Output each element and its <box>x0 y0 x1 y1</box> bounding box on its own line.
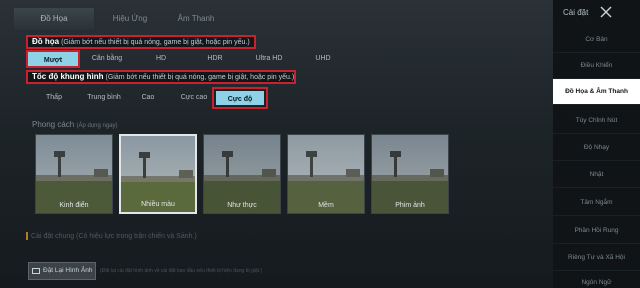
close-icon <box>600 6 612 18</box>
sidebar-item-graphics-audio[interactable]: Đồ Họa & Âm Thanh <box>553 79 640 105</box>
sidebar-item-vibration[interactable]: Phần Hồi Rung <box>553 218 640 244</box>
framerate-section-header: Tốc độ khung hình (Giảm bớt nếu thiết bị… <box>26 70 296 84</box>
style-card-soft[interactable]: Mềm <box>287 134 365 214</box>
reset-note: (Đặt lại cài đặt hình ảnh về cài đặt ban… <box>100 268 263 274</box>
framerate-options: Thấp Trung bình Cao Cực cao Cực độ <box>26 87 268 109</box>
close-button[interactable] <box>599 5 613 19</box>
reset-graphics-label: Đặt Lại Hình Ảnh <box>43 267 93 274</box>
top-tab-bar: Đồ Họa Hiệu Ứng Âm Thanh <box>0 0 553 36</box>
tab-graphics[interactable]: Đồ Họa <box>14 8 94 30</box>
settings-sidebar: Cài đặt Cơ Bản Điều Khiển Đồ Họa & Âm Th… <box>553 0 640 288</box>
sidebar-item-basic[interactable]: Cơ Bản <box>553 27 640 53</box>
graphics-option-hdr[interactable]: HDR <box>188 50 242 68</box>
tab-sound[interactable]: Âm Thanh <box>156 8 236 30</box>
style-card-realistic[interactable]: Như thực <box>203 134 281 214</box>
sidebar-item-customize-buttons[interactable]: Tùy Chỉnh Nút <box>553 108 640 134</box>
sidebar-item-pickup[interactable]: Nhặt <box>553 162 640 188</box>
style-title: Phong cách <box>32 120 75 129</box>
style-card-label: Như thực <box>227 202 257 209</box>
style-card-label: Phim ảnh <box>395 202 425 209</box>
graphics-option-smooth[interactable]: Mượt <box>26 50 80 68</box>
style-cards: Kinh điển Nhiều màu Như thực Mềm Phim ản… <box>35 134 455 216</box>
graphics-hint: (Giảm bớt nếu thiết bị quá nóng, game bị… <box>61 39 250 46</box>
common-settings-label: Cài đặt chung (Có hiệu lực trong trận ch… <box>26 232 197 240</box>
style-card-cinematic[interactable]: Phim ảnh <box>371 134 449 214</box>
graphics-options: Mượt Cân bằng HD HDR Ultra HD UHD <box>26 50 356 68</box>
image-icon <box>32 268 40 274</box>
sidebar-item-privacy-social[interactable]: Riêng Tư và Xã Hội <box>553 245 640 271</box>
style-card-label: Mềm <box>318 202 334 209</box>
style-card-classic[interactable]: Kinh điển <box>35 134 113 214</box>
style-card-colorful[interactable]: Nhiều màu <box>119 134 197 214</box>
style-label: Phong cách (Áp dụng ngay) <box>32 120 118 129</box>
graphics-option-ultra-hd[interactable]: Ultra HD <box>242 50 296 68</box>
framerate-option-low[interactable]: Thấp <box>26 89 82 107</box>
common-settings-text: Cài đặt chung (Có hiệu lực trong trận ch… <box>31 232 197 240</box>
sidebar-item-crosshair[interactable]: Tâm Ngắm <box>553 190 640 216</box>
style-card-label: Kinh điển <box>59 202 89 209</box>
style-card-label: Nhiều màu <box>141 201 175 208</box>
style-subtitle: (Áp dụng ngay) <box>76 123 118 129</box>
framerate-title: Tốc độ khung hình <box>32 72 104 81</box>
framerate-hint: (Giảm bớt nếu thiết bị quá nóng, game bị… <box>105 74 295 81</box>
graphics-section-header: Đồ họa (Giảm bớt nếu thiết bị quá nóng, … <box>26 35 256 49</box>
graphics-title: Đồ họa <box>32 37 60 46</box>
sidebar-item-language[interactable]: Ngôn Ngữ <box>553 270 640 288</box>
sidebar-title: Cài đặt <box>563 8 589 17</box>
graphics-option-hd[interactable]: HD <box>134 50 188 68</box>
graphics-option-uhd[interactable]: UHD <box>296 50 350 68</box>
sidebar-header: Cài đặt <box>553 0 640 26</box>
sidebar-item-sensitivity[interactable]: Độ Nhạy <box>553 135 640 161</box>
sidebar-item-controls[interactable]: Điều Khiển <box>553 53 640 79</box>
framerate-option-extreme[interactable]: Cực độ <box>212 87 268 109</box>
reset-graphics-button[interactable]: Đặt Lại Hình Ảnh <box>28 262 96 280</box>
section-accent-bar <box>26 232 28 240</box>
graphics-option-balanced[interactable]: Cân bằng <box>80 50 134 68</box>
